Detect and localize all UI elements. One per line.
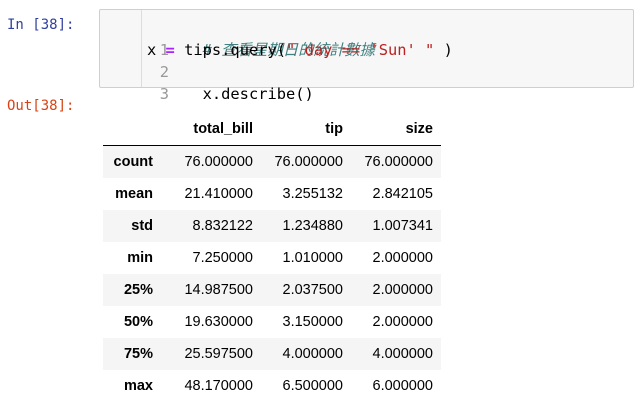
table-cell: 1.234880	[282, 218, 343, 234]
describe-output-table: total_bill tip size count 76.000000 76.0…	[103, 113, 441, 402]
table-header-row: total_bill tip size	[103, 113, 441, 146]
output-prompt: Out[38]:	[7, 98, 75, 114]
row-index-label: 50%	[123, 314, 153, 330]
row-index-label: std	[131, 218, 153, 234]
input-prompt: In [38]:	[7, 17, 75, 33]
table-cell: 6.000000	[372, 378, 433, 394]
table-cell: 76.000000	[274, 154, 343, 170]
code-variable: x	[147, 41, 157, 59]
table-cell: 21.410000	[184, 186, 253, 202]
code-string: " day == 'Sun' "	[286, 41, 435, 59]
row-index-label: mean	[115, 186, 153, 202]
table-cell: 2.037500	[282, 282, 343, 298]
table-row: min 7.250000 1.010000 2.000000	[103, 242, 441, 274]
table-row: 50% 19.630000 3.150000 2.000000	[103, 306, 441, 338]
row-index-label: count	[113, 154, 153, 170]
table-row: max 48.170000 6.500000 6.000000	[103, 370, 441, 402]
table-row: 25% 14.987500 2.037500 2.000000	[103, 274, 441, 306]
code-line-2[interactable]: 2 x = tips.query(" day == 'Sun' " )	[100, 39, 453, 81]
table-cell: 76.000000	[364, 154, 433, 170]
column-header-total-bill: total_bill	[161, 113, 261, 146]
code-operator: =	[156, 41, 185, 59]
table-cell: 2.000000	[372, 282, 433, 298]
table-row: std 8.832122 1.234880 1.007341	[103, 210, 441, 242]
code-line-3[interactable]: 3 x.describe()	[100, 61, 314, 103]
row-index-label: 25%	[123, 282, 153, 298]
table-cell: 6.500000	[282, 378, 343, 394]
table-cell: 4.000000	[282, 346, 343, 362]
table-cell: 48.170000	[184, 378, 253, 394]
code-line-1[interactable]: 1 # 查看星期日的統計數據	[100, 17, 375, 59]
table-cell: 7.250000	[192, 250, 253, 266]
table-row: 75% 25.597500 4.000000 4.000000	[103, 338, 441, 370]
row-index-label: 75%	[123, 346, 153, 362]
code-cell-editor[interactable]: 1 # 查看星期日的統計數據 2 x = tips.query(" day ==…	[99, 9, 634, 103]
code-close-paren: )	[434, 41, 453, 59]
table-cell: 3.150000	[282, 314, 343, 330]
table-cell: 14.987500	[184, 282, 253, 298]
table-cell: 4.000000	[372, 346, 433, 362]
index-header	[103, 113, 161, 146]
table-cell: 2.000000	[372, 250, 433, 266]
table-row: mean 21.410000 3.255132 2.842105	[103, 178, 441, 210]
table-cell: 3.255132	[282, 186, 343, 202]
table-cell: 8.832122	[192, 218, 253, 234]
table-cell: 1.010000	[282, 250, 343, 266]
table-cell: 1.007341	[372, 218, 433, 234]
column-header-tip: tip	[261, 113, 351, 146]
table-cell: 76.000000	[184, 154, 253, 170]
code-call: tips.query(	[184, 41, 287, 59]
table-cell: 2.842105	[372, 186, 433, 202]
table-cell: 2.000000	[372, 314, 433, 330]
table-cell: 25.597500	[184, 346, 253, 362]
row-index-label: min	[127, 250, 153, 266]
code-statement: x.describe()	[202, 85, 314, 103]
table-cell: 19.630000	[184, 314, 253, 330]
row-index-label: max	[123, 378, 153, 394]
column-header-size: size	[351, 113, 441, 146]
table-row: count 76.000000 76.000000 76.000000	[103, 145, 441, 178]
